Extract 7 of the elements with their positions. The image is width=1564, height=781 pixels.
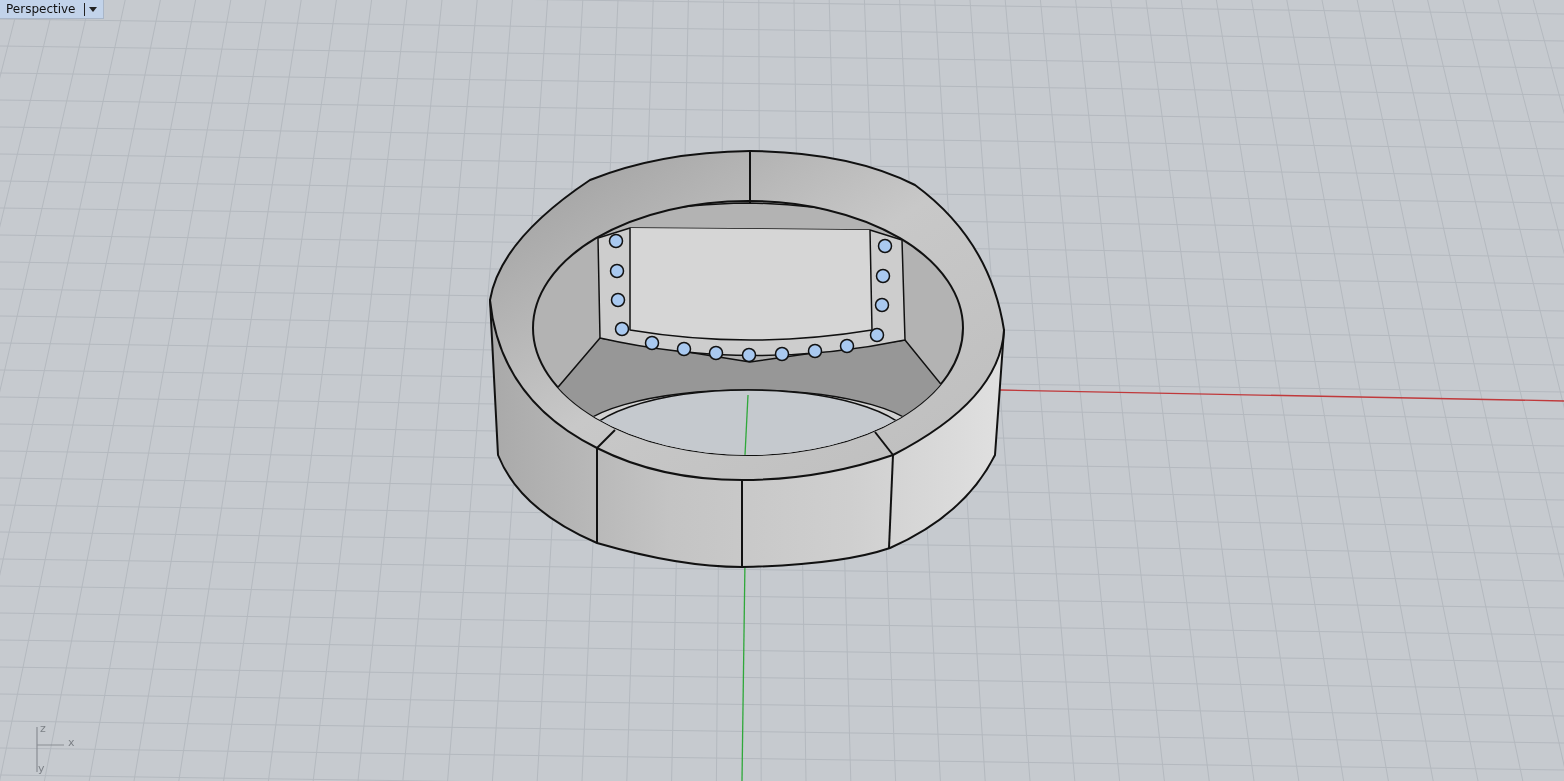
axis-label: y [38, 762, 45, 775]
axis-label: x [68, 736, 75, 749]
axis-label: z [40, 722, 46, 735]
viewport-title-tab[interactable]: Perspective [0, 0, 104, 19]
dropdown-caret-icon[interactable] [88, 6, 97, 12]
axis-gizmo-icon [36, 726, 65, 773]
viewport-title: Perspective [6, 2, 76, 16]
